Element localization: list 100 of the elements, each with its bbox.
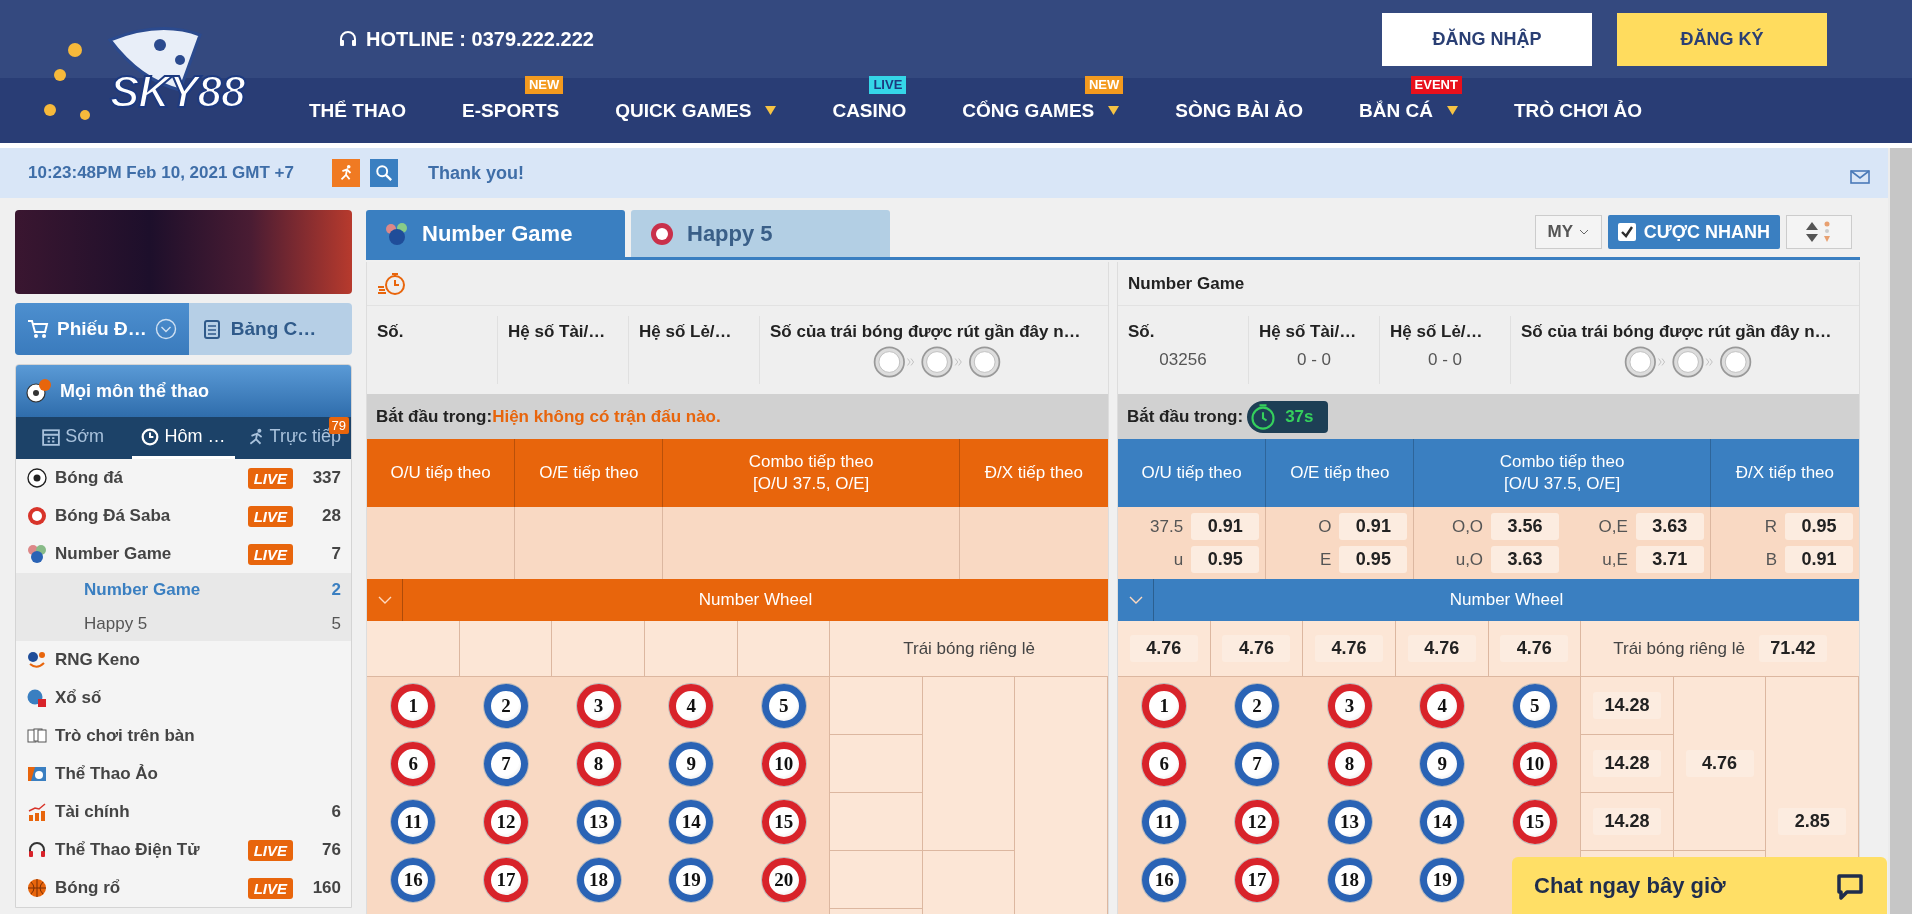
odds-label: u,E — [1602, 549, 1628, 570]
column-heading: Hệ số Lẻ/… — [639, 322, 733, 342]
promo-banner[interactable] — [15, 210, 352, 294]
quick-bet-toggle[interactable]: CƯỢC NHANH — [1607, 215, 1780, 249]
mail-icon[interactable] — [1850, 170, 1870, 184]
market-heading: O/U tiếp theo — [1141, 461, 1242, 484]
chat-widget[interactable]: Chat ngay bây giờ — [1512, 857, 1887, 914]
sport-item[interactable]: Xổ số — [16, 679, 351, 717]
sub-sport-item[interactable]: Happy 5 5 — [16, 607, 351, 641]
odds-value[interactable]: 0.91 — [1339, 513, 1408, 540]
odds-label: O,E — [1598, 516, 1628, 537]
odds-value[interactable]: 14.28 — [1592, 808, 1661, 835]
bet-tab[interactable]: Phiếu Đ… — [15, 303, 189, 355]
sport-item[interactable]: Bóng rổ LIVE 160 — [16, 869, 351, 907]
nav-link[interactable]: CỔNG GAMES — [962, 99, 1095, 122]
odds-value[interactable]: 4.76 — [1222, 635, 1291, 662]
market-heading: O/E tiếp theo — [539, 461, 639, 484]
nav-link[interactable]: BẮN CÁ — [1359, 99, 1433, 122]
odds-value[interactable]: 3.71 — [1635, 546, 1704, 573]
clock-text: 10:23:48PM Feb 10, 2021 GMT +7 — [28, 163, 294, 183]
sport-item[interactable]: Trò chơi trên bàn — [16, 717, 351, 755]
odds-value[interactable]: 0.95 — [1191, 546, 1260, 573]
odds-value[interactable]: 3.56 — [1491, 513, 1560, 540]
chevron-down-icon — [154, 318, 177, 340]
odds-value[interactable]: 0.91 — [1191, 513, 1260, 540]
screen-icon — [27, 764, 47, 784]
checkbox[interactable] — [1617, 223, 1636, 241]
odds-value[interactable]: 3.63 — [1635, 513, 1704, 540]
game-tab[interactable]: Number Game — [366, 210, 625, 257]
sort-button[interactable] — [1786, 215, 1852, 249]
market-heading: Đ/X tiếp theo — [1735, 461, 1835, 484]
odds-value[interactable]: 4.76 — [1500, 635, 1569, 662]
clock-icon — [141, 427, 160, 446]
info-value: 0 - 0 — [1427, 350, 1463, 370]
odds-value[interactable]: 0.95 — [1785, 513, 1853, 540]
column-heading: Số của trái bóng được rút gần đây n… — [770, 322, 1081, 342]
odds-value[interactable]: 4.76 — [1685, 750, 1754, 777]
market-heading: Combo tiếp theo — [1499, 450, 1625, 473]
odds-value[interactable]: 71.42 — [1758, 635, 1827, 662]
period-tab[interactable]: Hôm … — [132, 417, 235, 459]
odds-value[interactable]: 0.95 — [1339, 546, 1408, 573]
headset-icon — [27, 840, 47, 860]
sport-item[interactable]: RNG Keno — [16, 641, 351, 679]
cart-icon — [27, 318, 49, 340]
sport-item[interactable]: Bóng Đá Saba LIVE 28 — [16, 497, 351, 535]
info-value: 03256 — [1158, 350, 1208, 370]
odds-label: R — [1764, 516, 1777, 537]
event-count: 337 — [311, 468, 341, 488]
column-heading: Hệ số Tài/… — [1259, 322, 1358, 342]
sport-item[interactable]: Thể Thao Điện Tử LIVE 76 — [16, 831, 351, 869]
event-count: 76 — [321, 840, 341, 860]
event-count: 28 — [321, 506, 341, 526]
basket-icon — [27, 878, 47, 898]
odds-value[interactable]: 3.63 — [1491, 546, 1560, 573]
register-button[interactable]: ĐĂNG KÝ — [1617, 12, 1827, 66]
nav-link[interactable]: SÒNG BÀI ẢO — [1175, 99, 1303, 122]
column-heading: Hệ số Lẻ/… — [1390, 322, 1484, 342]
logo[interactable]: SKY88 — [0, 0, 270, 143]
odds-value[interactable]: 2.85 — [1778, 808, 1847, 835]
marquee-message: Thank you! — [428, 162, 524, 184]
search-button[interactable] — [370, 159, 398, 187]
odds-value[interactable]: 0.91 — [1785, 546, 1853, 573]
singles-label: Trái bóng riêng lẻ — [1613, 638, 1745, 659]
headset-icon — [338, 29, 358, 49]
odds-value[interactable]: 14.28 — [1592, 750, 1661, 777]
stopwatch-icon — [1249, 402, 1278, 431]
nav-link[interactable]: QUICK GAMES — [615, 99, 752, 122]
nav-badge: EVENT — [1410, 75, 1462, 94]
odds-value[interactable]: 14.28 — [1592, 692, 1661, 719]
game-tab[interactable]: Happy 5 — [631, 210, 890, 257]
period-tab[interactable]: Sớm — [22, 417, 125, 459]
nav-link[interactable]: TRÒ CHƠI ẢO — [1513, 99, 1642, 122]
section-title: Number Wheel — [1448, 590, 1565, 610]
odds-label: 37.5 — [1150, 516, 1184, 537]
sport-item[interactable]: Tài chính 6 — [16, 793, 351, 831]
chevron-down-icon — [1128, 596, 1143, 604]
odds-type-dropdown[interactable]: MY — [1534, 215, 1602, 249]
odds-value[interactable]: 4.76 — [1407, 635, 1476, 662]
singles-label: Trái bóng riêng lẻ — [903, 638, 1035, 659]
market-subheading: [O/U 37.5, O/E] — [753, 473, 870, 495]
odds-value[interactable]: 4.76 — [1129, 635, 1198, 662]
odds-label: u — [1173, 549, 1184, 570]
login-button[interactable]: ĐĂNG NHẬP — [1382, 12, 1592, 66]
saba-icon — [27, 506, 47, 526]
bet-tab[interactable]: Bảng C… — [188, 303, 352, 355]
nav-link[interactable]: CASINO — [832, 99, 907, 122]
sport-item[interactable]: Thể Thao Ảo — [16, 755, 351, 793]
sport-item[interactable]: Bóng đá LIVE 337 — [16, 459, 351, 497]
column-heading: Số. — [1128, 322, 1156, 342]
chevron-down-icon — [1578, 229, 1589, 235]
count-badge: 79 — [328, 417, 349, 434]
nav-link[interactable]: THỂ THAO — [309, 99, 407, 122]
nav-link[interactable]: E-SPORTS — [462, 99, 560, 122]
runner-button[interactable] — [332, 159, 360, 187]
market-subheading: [O/U 37.5, O/E] — [1504, 473, 1621, 495]
odds-label: u,O — [1455, 549, 1484, 570]
sport-item[interactable]: Number Game LIVE 7 — [16, 535, 351, 573]
odds-value[interactable]: 4.76 — [1315, 635, 1384, 662]
nav-badge: NEW — [1084, 75, 1124, 94]
scrollbar[interactable] — [1888, 148, 1912, 914]
